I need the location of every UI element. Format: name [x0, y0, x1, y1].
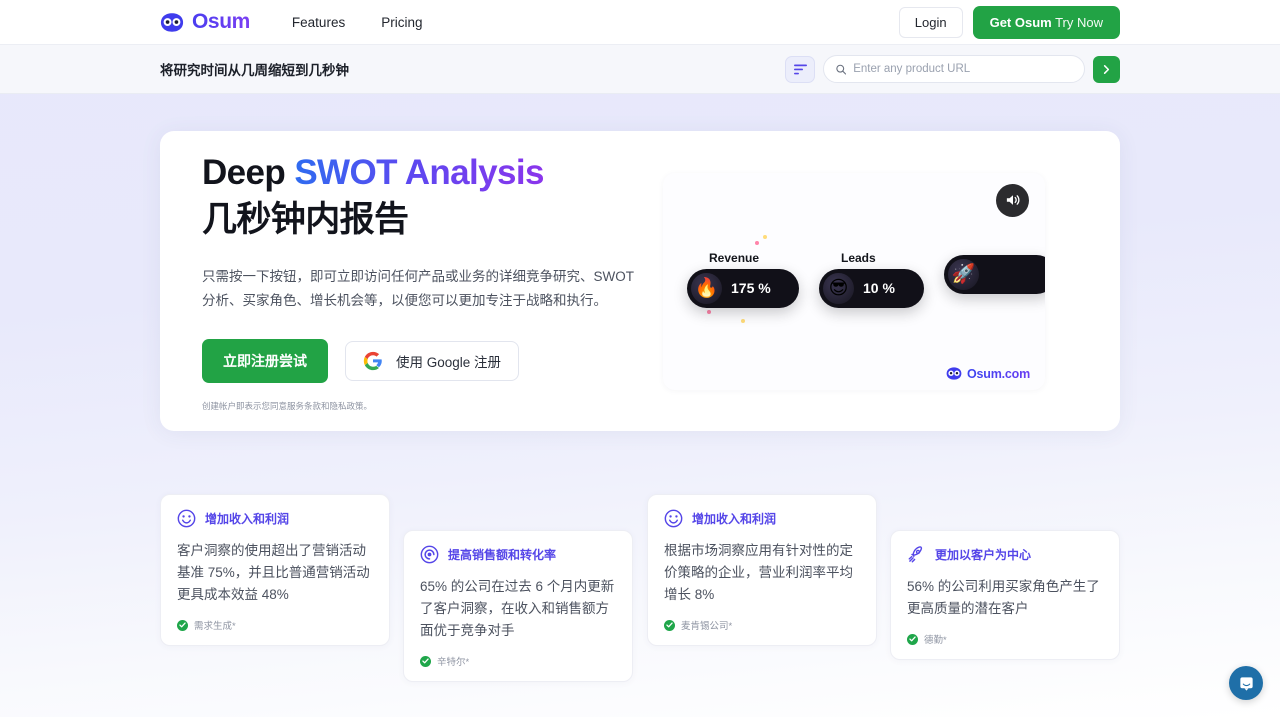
chevron-right-icon	[1103, 64, 1110, 74]
stat-card-body: 56% 的公司利用买家角色产生了更高质量的潜在客户	[907, 579, 1100, 616]
stat-card-source: 需求生成*	[194, 621, 236, 632]
metric-value-leads: 10 %	[863, 280, 895, 296]
metric-pill-third: 🚀	[944, 251, 1045, 308]
watermark-text: Osum.com	[967, 366, 1030, 381]
smiley-face-icon	[177, 509, 196, 528]
speaker-volume-icon	[1006, 195, 1019, 205]
metric-label-revenue: Revenue	[709, 250, 760, 265]
hero-card: Deep SWOT Analysis 几秒钟内报告 只需按一下按钮，即可立即访问…	[160, 131, 1120, 431]
stat-card-body: 65% 的公司在过去 6 个月内更新了客户洞察，在收入和销售额方面优于竞争对手	[420, 579, 615, 638]
hero-heading-part1: Deep	[202, 153, 295, 193]
stat-card-title: 更加以客户为中心	[935, 548, 1032, 562]
check-circle-icon	[907, 633, 918, 645]
check-circle-icon	[177, 619, 188, 631]
mute-toggle-button[interactable]	[996, 183, 1029, 217]
demo-video-panel[interactable]: Revenue 🔥 175 % Leads 😎 10 % 🚀 Osum.com	[663, 172, 1045, 390]
hero-heading-line2: 几秒钟内报告	[202, 199, 409, 239]
filter-lines-icon	[793, 64, 807, 74]
stat-card-footer: 辛特尔*	[420, 654, 616, 668]
metric-pill-revenue: Revenue 🔥 175 %	[687, 251, 799, 308]
stat-card-body: 客户洞察的使用超出了营销活动基准 75%，并且比普通营销活动更具成本效益 48%	[177, 543, 370, 602]
stat-card-header: 增加收入和利润	[177, 509, 373, 528]
login-button[interactable]: Login	[898, 6, 963, 38]
signup-button[interactable]: 立即注册尝试	[202, 338, 328, 383]
stat-card-source: 麦肯锡公司*	[681, 621, 733, 632]
stat-card: 更加以客户为中心 56% 的公司利用买家角色产生了更高质量的潜在客户 德勤*	[890, 530, 1120, 660]
filter-button[interactable]	[785, 55, 815, 83]
smiley-face-icon	[664, 509, 683, 528]
metric-pill-body-leads: 😎 10 %	[819, 268, 924, 308]
hero-content: Deep SWOT Analysis 几秒钟内报告 只需按一下按钮，即可立即访问…	[160, 150, 655, 412]
metric-pill-leads: Leads 😎 10 %	[819, 251, 924, 308]
sub-toolbar-title: 将研究时间从几周缩短到几秒钟	[160, 63, 349, 78]
sub-toolbar: 将研究时间从几周缩短到几秒钟	[0, 45, 1280, 94]
stat-card-group: 增加收入和利润 客户洞察的使用超出了营销活动基准 75%，并且比普通营销活动更具…	[160, 494, 1120, 682]
metric-pill-row: Revenue 🔥 175 % Leads 😎 10 % 🚀	[687, 251, 1045, 308]
stat-card-source: 辛特尔*	[437, 657, 470, 668]
stat-card-header: 增加收入和利润	[664, 509, 860, 528]
hero-paragraph: 只需按一下按钮，即可立即访问任何产品或业务的详细竞争研究、SWOT 分析、买家角…	[202, 269, 634, 308]
owl-logo-icon	[946, 367, 962, 380]
search-input[interactable]	[853, 63, 1072, 75]
stat-card-footer: 德勤*	[907, 632, 1103, 646]
metric-pill-body-third: 🚀	[944, 254, 1045, 294]
nav-link-pricing[interactable]: Pricing	[381, 15, 422, 30]
top-navigation-bar: Osum Features Pricing Login Get Osum Try…	[0, 0, 1280, 45]
rocket-icon	[908, 546, 923, 563]
search-icon	[836, 64, 847, 75]
stat-card-header: 提高销售额和转化率	[420, 545, 616, 564]
stat-card: 增加收入和利润 根据市场洞察应用有针对性的定价策略的企业，营业利润率平均增长 8…	[647, 494, 877, 646]
target-spiral-icon	[420, 545, 439, 564]
stat-card-title: 提高销售额和转化率	[448, 548, 557, 562]
search-field-wrapper[interactable]	[823, 55, 1085, 83]
stat-card-header: 更加以客户为中心	[907, 545, 1103, 564]
google-g-icon	[363, 351, 382, 370]
stat-card-footer: 麦肯锡公司*	[664, 618, 860, 632]
check-circle-icon	[664, 619, 675, 631]
hero-media: Revenue 🔥 175 % Leads 😎 10 % 🚀 Osum.com	[663, 172, 1045, 390]
cool-face-emoji: 😎	[823, 272, 854, 304]
google-signup-button[interactable]: 使用 Google 注册	[345, 340, 520, 381]
stat-card: 增加收入和利润 客户洞察的使用超出了营销活动基准 75%，并且比普通营销活动更具…	[160, 494, 390, 646]
google-signup-label: 使用 Google 注册	[396, 354, 502, 370]
submit-url-button[interactable]	[1093, 55, 1120, 83]
owl-logo-icon	[160, 12, 184, 32]
hero-heading-part2: SWOT Analysis	[294, 153, 544, 193]
stat-card: 提高销售额和转化率 65% 的公司在过去 6 个月内更新了客户洞察，在收入和销售…	[403, 530, 633, 682]
hero-actions: 立即注册尝试 使用 Google 注册	[202, 338, 655, 383]
stat-card-body: 根据市场洞察应用有针对性的定价策略的企业，营业利润率平均增长 8%	[664, 543, 853, 602]
stat-card-title: 增加收入和利润	[692, 512, 777, 526]
nav-actions: Login Get Osum Try Now	[898, 5, 1120, 39]
get-osum-try-now-button[interactable]: Get Osum Try Now	[972, 5, 1120, 39]
intercom-chat-icon	[1239, 676, 1253, 691]
metric-value-revenue: 175 %	[731, 280, 771, 296]
stat-card-footer: 需求生成*	[177, 618, 373, 632]
nav-link-features[interactable]: Features	[292, 15, 345, 30]
stat-card-source: 德勤*	[924, 635, 947, 646]
cta-bold-label: Get Osum	[989, 14, 1052, 30]
video-watermark: Osum.com	[946, 367, 1030, 381]
rocket-emoji: 🚀	[948, 258, 979, 290]
metric-label-leads: Leads	[841, 250, 876, 265]
brand-logo-link[interactable]: Osum	[160, 10, 250, 34]
stat-card-title: 增加收入和利润	[205, 512, 290, 526]
nav-links: Features Pricing	[292, 15, 423, 30]
brand-name: Osum	[192, 10, 250, 33]
page-title: Deep SWOT Analysis 几秒钟内报告	[202, 150, 655, 243]
sub-toolbar-actions	[785, 55, 1120, 83]
chat-launcher-button[interactable]	[1229, 666, 1263, 700]
metric-pill-body-revenue: 🔥 175 %	[687, 268, 799, 308]
cta-light-label: Try Now	[1055, 14, 1103, 30]
fire-emoji: 🔥	[691, 272, 722, 304]
check-circle-icon	[420, 655, 431, 667]
terms-disclaimer: 创建帐户即表示您同意服务条款和隐私政策。	[202, 400, 373, 411]
